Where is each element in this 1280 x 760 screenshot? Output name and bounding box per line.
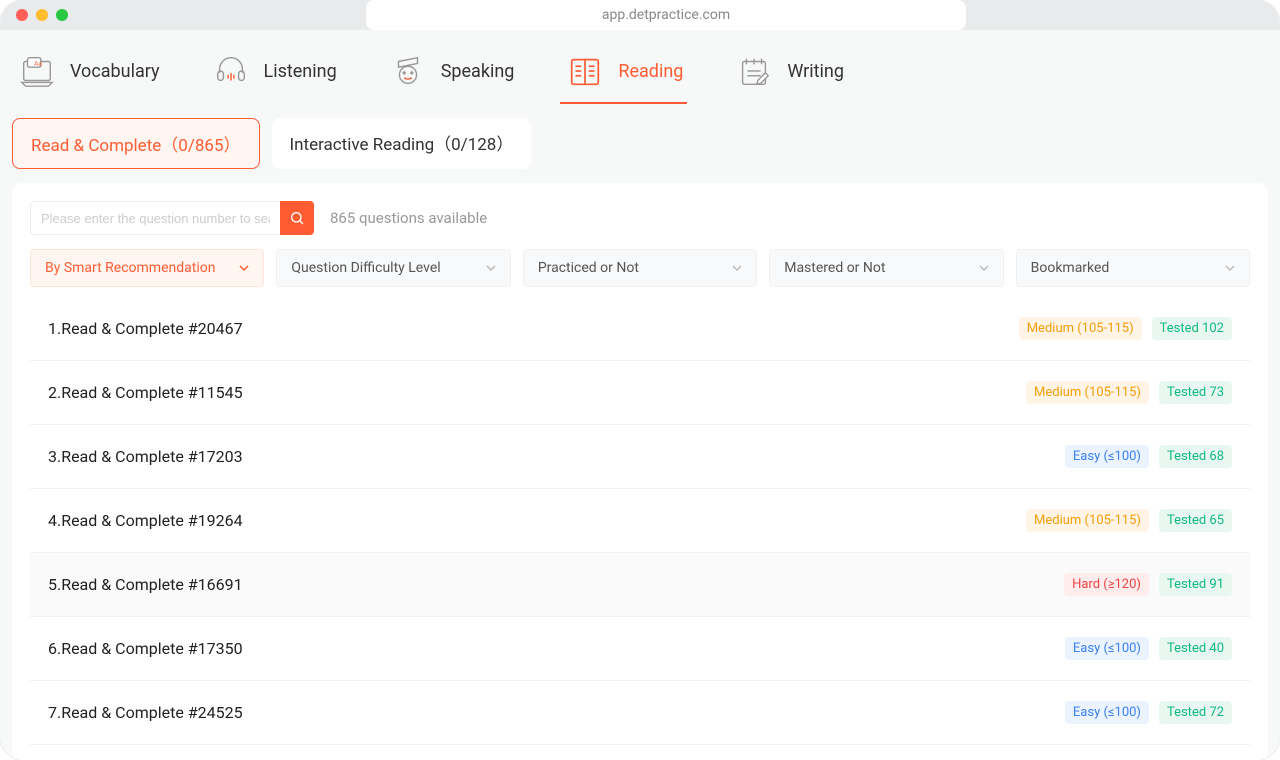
close-icon[interactable] bbox=[16, 9, 28, 21]
nav-label: Writing bbox=[787, 61, 844, 82]
nav-listening[interactable]: Listening bbox=[206, 44, 341, 102]
nav-label: Listening bbox=[264, 61, 337, 82]
filter-label: By Smart Recommendation bbox=[45, 260, 215, 276]
question-count: 865 questions available bbox=[330, 209, 487, 227]
question-list: 1.Read & Complete #20467 Medium (105-115)… bbox=[30, 297, 1250, 745]
difficulty-badge: Hard (≥120) bbox=[1064, 573, 1149, 596]
traffic-lights bbox=[16, 9, 68, 21]
filter-label: Bookmarked bbox=[1031, 260, 1110, 276]
nav-label: Speaking bbox=[441, 61, 515, 82]
subtabs: Read & Complete（0/865） Interactive Readi… bbox=[0, 114, 1280, 183]
question-title: 3.Read & Complete #17203 bbox=[48, 447, 243, 466]
question-row[interactable]: 3.Read & Complete #17203 Easy (≤100) Teste… bbox=[30, 425, 1250, 489]
chevron-down-icon bbox=[979, 263, 989, 273]
difficulty-badge: Medium (105-115) bbox=[1026, 381, 1149, 404]
question-row[interactable]: 6.Read & Complete #17350 Easy (≤100) Teste… bbox=[30, 617, 1250, 681]
search-icon bbox=[289, 210, 305, 226]
top-nav: Aa Vocabulary Listening Speaking Reading bbox=[0, 30, 1280, 114]
subtab-interactive-reading[interactable]: Interactive Reading（0/128） bbox=[272, 118, 532, 169]
svg-text:Aa: Aa bbox=[34, 59, 42, 67]
question-title: 4.Read & Complete #19264 bbox=[48, 511, 243, 530]
vocabulary-icon: Aa bbox=[16, 50, 58, 92]
nav-speaking[interactable]: Speaking bbox=[383, 44, 519, 102]
question-title: 2.Read & Complete #11545 bbox=[48, 383, 243, 402]
difficulty-badge: Easy (≤100) bbox=[1065, 445, 1149, 468]
filter-label: Practiced or Not bbox=[538, 260, 639, 276]
main-panel: 865 questions available By Smart Recomme… bbox=[12, 183, 1268, 760]
tested-badge: Tested 40 bbox=[1159, 637, 1232, 660]
search-input[interactable] bbox=[30, 201, 280, 235]
nav-label: Vocabulary bbox=[70, 61, 160, 82]
question-row[interactable]: 2.Read & Complete #11545 Medium (105-115)… bbox=[30, 361, 1250, 425]
maximize-icon[interactable] bbox=[56, 9, 68, 21]
tested-badge: Tested 102 bbox=[1152, 317, 1232, 340]
tested-badge: Tested 73 bbox=[1159, 381, 1232, 404]
nav-reading[interactable]: Reading bbox=[560, 44, 687, 102]
nav-writing[interactable]: Writing bbox=[729, 44, 848, 102]
filter-mastered[interactable]: Mastered or Not bbox=[769, 249, 1003, 287]
question-tags: Easy (≤100) Tested 72 bbox=[1065, 701, 1232, 724]
question-tags: Medium (105-115) Tested 102 bbox=[1019, 317, 1232, 340]
question-tags: Easy (≤100) Tested 40 bbox=[1065, 637, 1232, 660]
nav-vocabulary[interactable]: Aa Vocabulary bbox=[12, 44, 164, 102]
difficulty-badge: Easy (≤100) bbox=[1065, 637, 1149, 660]
subtab-read-complete[interactable]: Read & Complete（0/865） bbox=[12, 118, 260, 169]
speaking-icon bbox=[387, 50, 429, 92]
difficulty-badge: Easy (≤100) bbox=[1065, 701, 1149, 724]
difficulty-badge: Medium (105-115) bbox=[1019, 317, 1142, 340]
writing-icon bbox=[733, 50, 775, 92]
search-button[interactable] bbox=[280, 201, 314, 235]
question-row[interactable]: 5.Read & Complete #16691 Hard (≥120) Teste… bbox=[30, 553, 1250, 617]
reading-icon bbox=[564, 50, 606, 92]
tested-badge: Tested 65 bbox=[1159, 509, 1232, 532]
question-tags: Medium (105-115) Tested 73 bbox=[1026, 381, 1232, 404]
url-bar[interactable]: app.detpractice.com bbox=[366, 0, 966, 30]
question-title: 6.Read & Complete #17350 bbox=[48, 639, 243, 658]
chevron-down-icon bbox=[486, 263, 496, 273]
difficulty-badge: Medium (105-115) bbox=[1026, 509, 1149, 532]
filter-practiced[interactable]: Practiced or Not bbox=[523, 249, 757, 287]
question-tags: Easy (≤100) Tested 68 bbox=[1065, 445, 1232, 468]
chevron-down-icon bbox=[1225, 263, 1235, 273]
filter-bookmarked[interactable]: Bookmarked bbox=[1016, 249, 1250, 287]
tested-badge: Tested 91 bbox=[1159, 573, 1232, 596]
tested-badge: Tested 68 bbox=[1159, 445, 1232, 468]
nav-label: Reading bbox=[618, 61, 683, 82]
titlebar: app.detpractice.com bbox=[0, 0, 1280, 30]
search-box bbox=[30, 201, 314, 235]
question-title: 7.Read & Complete #24525 bbox=[48, 703, 243, 722]
question-tags: Hard (≥120) Tested 91 bbox=[1064, 573, 1232, 596]
listening-icon bbox=[210, 50, 252, 92]
tested-badge: Tested 72 bbox=[1159, 701, 1232, 724]
question-title: 1.Read & Complete #20467 bbox=[48, 319, 243, 338]
filter-difficulty[interactable]: Question Difficulty Level bbox=[276, 249, 510, 287]
minimize-icon[interactable] bbox=[36, 9, 48, 21]
question-row[interactable]: 1.Read & Complete #20467 Medium (105-115)… bbox=[30, 297, 1250, 361]
question-row[interactable]: 4.Read & Complete #19264 Medium (105-115)… bbox=[30, 489, 1250, 553]
filter-label: Question Difficulty Level bbox=[291, 260, 440, 276]
chevron-down-icon bbox=[732, 263, 742, 273]
filter-recommendation[interactable]: By Smart Recommendation bbox=[30, 249, 264, 287]
chevron-down-icon bbox=[239, 263, 249, 273]
filters: By Smart Recommendation Question Difficu… bbox=[30, 249, 1250, 287]
question-title: 5.Read & Complete #16691 bbox=[48, 575, 243, 594]
question-row[interactable]: 7.Read & Complete #24525 Easy (≤100) Teste… bbox=[30, 681, 1250, 745]
filter-label: Mastered or Not bbox=[784, 260, 885, 276]
question-tags: Medium (105-115) Tested 65 bbox=[1026, 509, 1232, 532]
